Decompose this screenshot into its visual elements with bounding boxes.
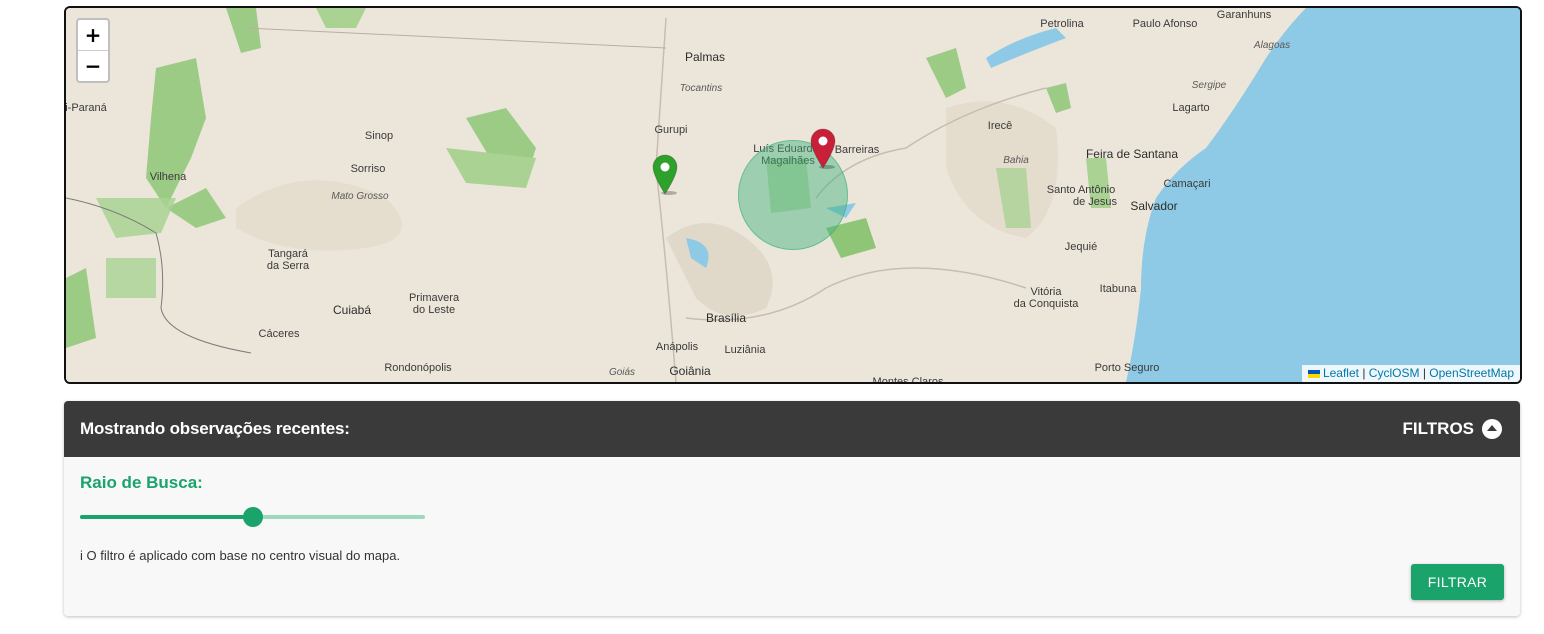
filter-button[interactable]: FILTRAR: [1411, 564, 1504, 600]
city-label: Garanhuns: [1216, 9, 1272, 21]
leaflet-link[interactable]: Leaflet: [1323, 366, 1359, 380]
city-label: Montes Claros: [872, 376, 944, 384]
city-label: Petrolina: [1040, 18, 1084, 30]
city-label: Goiânia: [669, 364, 711, 378]
city-label: Salvador: [1130, 199, 1178, 213]
city-label: Sergipe: [1191, 80, 1227, 91]
ukraine-flag-icon: [1307, 369, 1320, 378]
city-label: Rondonópolis: [384, 362, 452, 374]
slider-thumb[interactable]: [242, 507, 263, 527]
city-label: Feira de Santana: [1085, 147, 1179, 161]
slider-fill: [80, 515, 253, 519]
city-label: Luziânia: [724, 344, 766, 356]
radius-label: Raio de Busca:: [80, 473, 203, 492]
city-label: Jequié: [1064, 241, 1098, 253]
city-label: Cáceres: [258, 328, 300, 340]
city-label: Alagoas: [1253, 40, 1291, 51]
city-label: Paulo Afonso: [1132, 18, 1198, 30]
map-container[interactable]: Petrolina Paulo Afonso Garanhuns Alagoas Pal…: [64, 6, 1522, 384]
attribution-separator: |: [1362, 366, 1366, 380]
city-label: Bahia: [1003, 155, 1029, 166]
city-label: Vilhena: [149, 171, 187, 183]
city-label: Vitória: [1030, 286, 1062, 298]
attribution-separator: |: [1422, 366, 1426, 380]
city-label: Anápolis: [655, 341, 699, 353]
panel-header: Mostrando observações recentes: FILTROS: [64, 401, 1520, 457]
city-label: Camaçari: [1163, 178, 1211, 190]
city-label: Goiás: [608, 367, 636, 378]
chevron-up-icon: [1482, 419, 1502, 439]
red-marker-icon[interactable]: [810, 128, 836, 174]
city-label: Brasília: [705, 311, 747, 325]
city-label: Porto Seguro: [1094, 362, 1160, 374]
city-label: Santo Antônio: [1046, 184, 1116, 196]
city-label: Tangará: [268, 248, 308, 260]
panel-title: Mostrando observações recentes:: [80, 419, 350, 438]
city-label: de Jesus: [1072, 196, 1118, 208]
city-label: Primavera: [408, 292, 460, 304]
city-label: da Conquista: [1013, 298, 1079, 310]
city-label: da Serra: [266, 260, 310, 272]
city-label: Lagarto: [1172, 102, 1210, 114]
map-attribution: Leaflet | CyclOSM | OpenStreetMap: [1301, 365, 1520, 382]
city-label: Barreiras: [834, 144, 880, 156]
city-label: Palmas: [684, 50, 726, 64]
city-label: Gurupi: [654, 124, 688, 136]
zoom-control: + −: [76, 18, 110, 83]
city-label: Irecê: [987, 120, 1013, 132]
green-marker-icon[interactable]: [652, 154, 678, 200]
zoom-in-button[interactable]: +: [78, 20, 108, 50]
city-label: Tocantins: [679, 83, 723, 94]
city-label: i-Paraná: [65, 102, 107, 114]
observations-panel: Mostrando observações recentes: FILTROS …: [64, 401, 1520, 616]
city-label: Itabuna: [1099, 283, 1137, 295]
city-label: Sorriso: [350, 163, 386, 175]
filters-label: FILTROS: [1402, 419, 1474, 438]
filter-note: i O filtro é aplicado com base no centro…: [80, 548, 401, 563]
city-label: do Leste: [412, 304, 456, 316]
city-label: Mato Grosso: [331, 191, 389, 202]
city-label: Cuiabá: [332, 303, 372, 317]
filters-toggle[interactable]: FILTROS: [1403, 419, 1502, 439]
zoom-out-button[interactable]: −: [78, 50, 108, 81]
radius-slider[interactable]: [80, 507, 425, 527]
openstreetmap-link[interactable]: OpenStreetMap: [1429, 366, 1514, 380]
cyclosm-link[interactable]: CyclOSM: [1369, 366, 1420, 380]
city-label: Sinop: [364, 130, 394, 142]
